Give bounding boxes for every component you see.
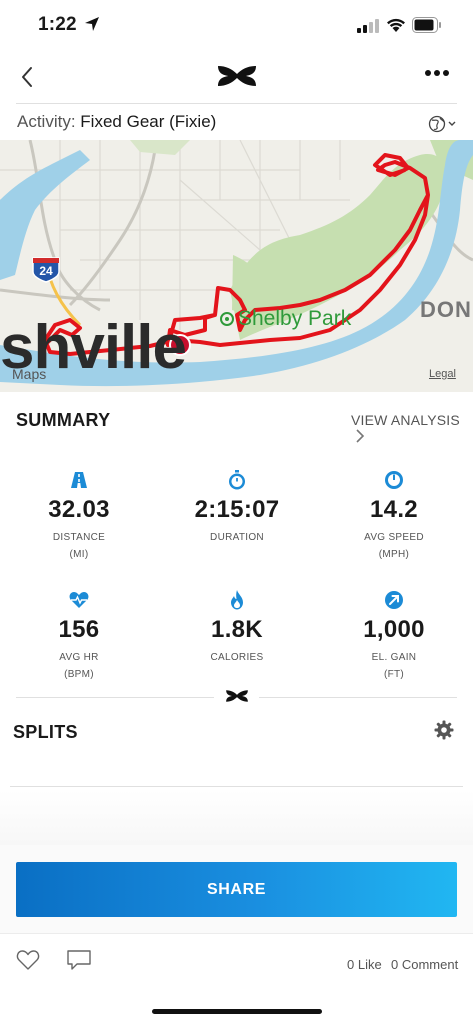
- route-map[interactable]: 24 shville Shelby Park DON Maps Legal: [0, 140, 473, 392]
- back-chevron-icon[interactable]: [16, 62, 40, 92]
- like-heart-icon[interactable]: [16, 949, 40, 971]
- stat-label: CALORIES: [210, 652, 264, 663]
- privacy-globe-icon[interactable]: [428, 115, 458, 133]
- flame-icon: [231, 590, 243, 610]
- elevation-arrow-icon: [385, 591, 403, 609]
- divider-left: [16, 697, 214, 698]
- likes-count[interactable]: 0 Like: [347, 957, 382, 972]
- stat-unit: (FT): [383, 669, 405, 680]
- comments-count[interactable]: 0 Comment: [391, 957, 458, 972]
- comment-bubble-icon[interactable]: [66, 949, 92, 971]
- stat-value: 1.8K: [211, 616, 263, 643]
- map-legal-link[interactable]: Legal: [429, 368, 456, 380]
- splits-heading: SPLITS: [13, 722, 78, 742]
- stat-unit: (MI): [69, 549, 89, 560]
- heart-rate-icon: [69, 592, 89, 608]
- divider: [10, 786, 463, 787]
- more-options-icon[interactable]: [424, 69, 450, 77]
- stat-distance: 32.03 DISTANCE (MI): [0, 468, 158, 560]
- signal-icon: [357, 19, 379, 33]
- gear-icon[interactable]: [434, 720, 454, 740]
- map-area-label: DON: [420, 297, 472, 322]
- location-arrow-icon: [85, 17, 99, 31]
- stat-elevation-gain: 1,000 EL. GAIN (FT): [315, 588, 473, 680]
- stat-label: DURATION: [210, 532, 264, 543]
- stat-value: 32.03: [48, 496, 110, 523]
- share-button[interactable]: SHARE: [16, 862, 457, 917]
- stat-unit: (MPH): [378, 549, 410, 560]
- maps-attribution: Maps: [12, 366, 46, 382]
- content-fade: [0, 790, 473, 850]
- view-analysis-link[interactable]: VIEW ANALYSIS: [351, 412, 473, 444]
- battery-icon: [412, 17, 441, 33]
- divider: [16, 103, 457, 104]
- stat-unit: (BPM): [64, 669, 94, 680]
- status-time: 1:22: [38, 14, 77, 35]
- under-armour-divider-logo-icon: [226, 690, 248, 702]
- status-bar: 1:22: [0, 0, 473, 52]
- view-analysis-label: VIEW ANALYSIS: [351, 412, 460, 428]
- stopwatch-icon: [229, 470, 245, 490]
- nav-bar: [0, 52, 473, 102]
- stat-label: EL. GAIN: [371, 652, 417, 663]
- activity-type-row: Activity: Fixed Gear (Fixie): [17, 112, 216, 132]
- maps-attribution-text: Maps: [12, 366, 47, 382]
- stat-duration: 2:15:07 DURATION: [158, 468, 316, 549]
- divider-right: [259, 697, 457, 698]
- stat-value: 1,000: [363, 616, 425, 643]
- stat-value: 156: [58, 616, 100, 643]
- stat-avg-speed: 14.2 AVG SPEED (MPH): [315, 468, 473, 560]
- stat-label: AVG SPEED: [364, 532, 424, 543]
- under-armour-logo-icon: [218, 66, 256, 86]
- home-indicator[interactable]: [152, 1009, 322, 1014]
- road-icon: [71, 472, 87, 488]
- activity-prefix: Activity:: [17, 112, 76, 131]
- stat-label: AVG HR: [59, 652, 99, 663]
- stat-value: 14.2: [370, 496, 418, 523]
- stat-calories: 1.8K CALORIES: [158, 588, 316, 669]
- divider: [0, 933, 473, 934]
- summary-heading: SUMMARY: [16, 410, 111, 430]
- stat-value: 2:15:07: [194, 496, 280, 523]
- activity-type-value: Fixed Gear (Fixie): [80, 112, 217, 131]
- chevron-right-icon: [356, 429, 365, 443]
- wifi-icon: [387, 18, 405, 32]
- map-park-label: Shelby Park: [238, 307, 352, 330]
- speedometer-icon: [385, 471, 403, 489]
- interstate-shield-label: 24: [39, 264, 53, 278]
- stat-avg-hr: 156 AVG HR (BPM): [0, 588, 158, 680]
- stat-label: DISTANCE: [52, 532, 106, 543]
